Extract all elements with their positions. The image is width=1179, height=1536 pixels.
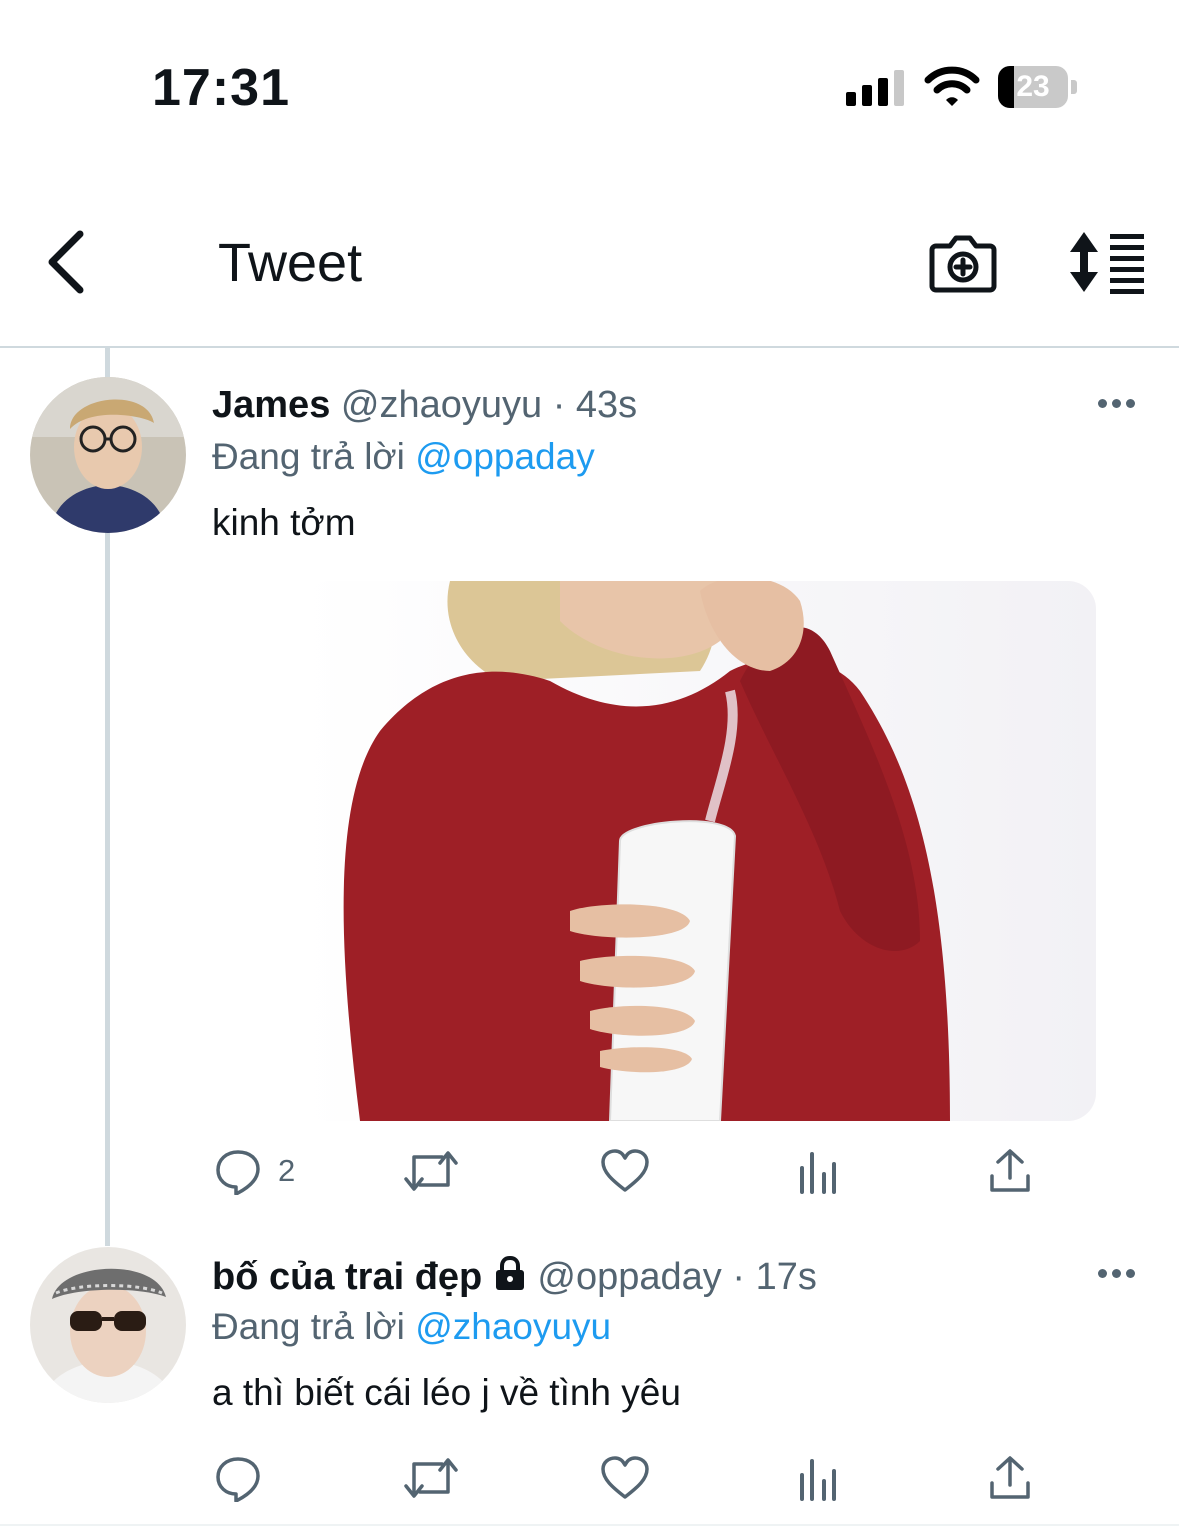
share-button[interactable]	[988, 1450, 1032, 1506]
avatar[interactable]	[30, 1247, 186, 1403]
battery-percentage: 23	[1016, 70, 1050, 103]
reply-prefix: Đang trả lời	[212, 1306, 405, 1347]
tweet-timestamp: · 43s	[552, 384, 638, 426]
lock-icon	[495, 1255, 524, 1290]
reply-count: 2	[278, 1153, 296, 1188]
battery-cap	[1071, 80, 1077, 94]
tweet-meta: bố của trai đẹp @oppaday · 17s	[212, 1255, 817, 1299]
status-bar: 17:31 23	[0, 0, 1179, 180]
analytics-button[interactable]	[798, 1450, 838, 1506]
like-button[interactable]	[600, 1143, 650, 1199]
analytics-button[interactable]	[798, 1143, 838, 1199]
tweet-divider	[0, 1524, 1179, 1526]
camera-button[interactable]	[928, 232, 998, 294]
reply-prefix: Đang trả lời	[212, 436, 405, 477]
replying-to: Đang trả lời @oppaday	[212, 436, 595, 478]
heart-icon	[601, 1149, 649, 1192]
reply-icon	[216, 1150, 260, 1195]
analytics-icon	[800, 1152, 836, 1194]
camera-plus-icon	[929, 235, 997, 293]
tweet-actions: 2	[0, 1143, 1179, 1203]
avatar[interactable]	[30, 377, 186, 533]
reply-button[interactable]	[214, 1450, 262, 1506]
back-button[interactable]	[36, 226, 96, 298]
reply-icon	[216, 1457, 260, 1502]
retweet-button[interactable]	[402, 1450, 460, 1506]
reply-mention-link[interactable]: @oppaday	[415, 436, 595, 477]
reply-button[interactable]: 2	[214, 1143, 295, 1199]
share-icon	[990, 1456, 1030, 1499]
replying-to: Đang trả lời @zhaoyuyu	[212, 1306, 611, 1348]
tweet-timestamp: · 17s	[732, 1256, 817, 1298]
user-handle[interactable]: @zhaoyuyu	[341, 384, 542, 426]
sort-button[interactable]	[1066, 230, 1150, 294]
like-button[interactable]	[600, 1450, 650, 1506]
heart-icon	[601, 1456, 649, 1499]
share-icon	[990, 1149, 1030, 1192]
share-button[interactable]	[988, 1143, 1032, 1199]
display-name[interactable]: bố của trai đẹp	[212, 1256, 482, 1298]
tweet-meta: James @zhaoyuyu · 43s	[212, 384, 637, 427]
retweet-icon	[404, 1458, 458, 1498]
page-title: Tweet	[218, 233, 363, 293]
battery-icon: 23	[998, 66, 1068, 108]
retweet-button[interactable]	[402, 1143, 460, 1199]
back-chevron-icon	[48, 230, 84, 294]
more-options-button[interactable]	[1094, 1264, 1138, 1284]
tweet-header-bar: Tweet	[0, 180, 1179, 348]
retweet-icon	[404, 1151, 458, 1191]
tweet-text: a thì biết cái léo j về tình yêu	[212, 1372, 681, 1413]
tweet-media-image[interactable]	[300, 581, 1096, 1121]
reply-mention-link[interactable]: @zhaoyuyu	[415, 1306, 611, 1347]
tweet-text: kinh tởm	[212, 502, 356, 543]
wifi-icon	[924, 66, 980, 108]
status-time: 17:31	[152, 59, 290, 117]
sort-icon	[1070, 232, 1144, 294]
cellular-signal-icon	[846, 70, 906, 106]
analytics-icon	[800, 1459, 836, 1501]
tweet-actions	[0, 1450, 1179, 1510]
user-handle[interactable]: @oppaday	[537, 1256, 721, 1298]
more-options-button[interactable]	[1094, 394, 1138, 414]
display-name[interactable]: James	[212, 384, 330, 426]
